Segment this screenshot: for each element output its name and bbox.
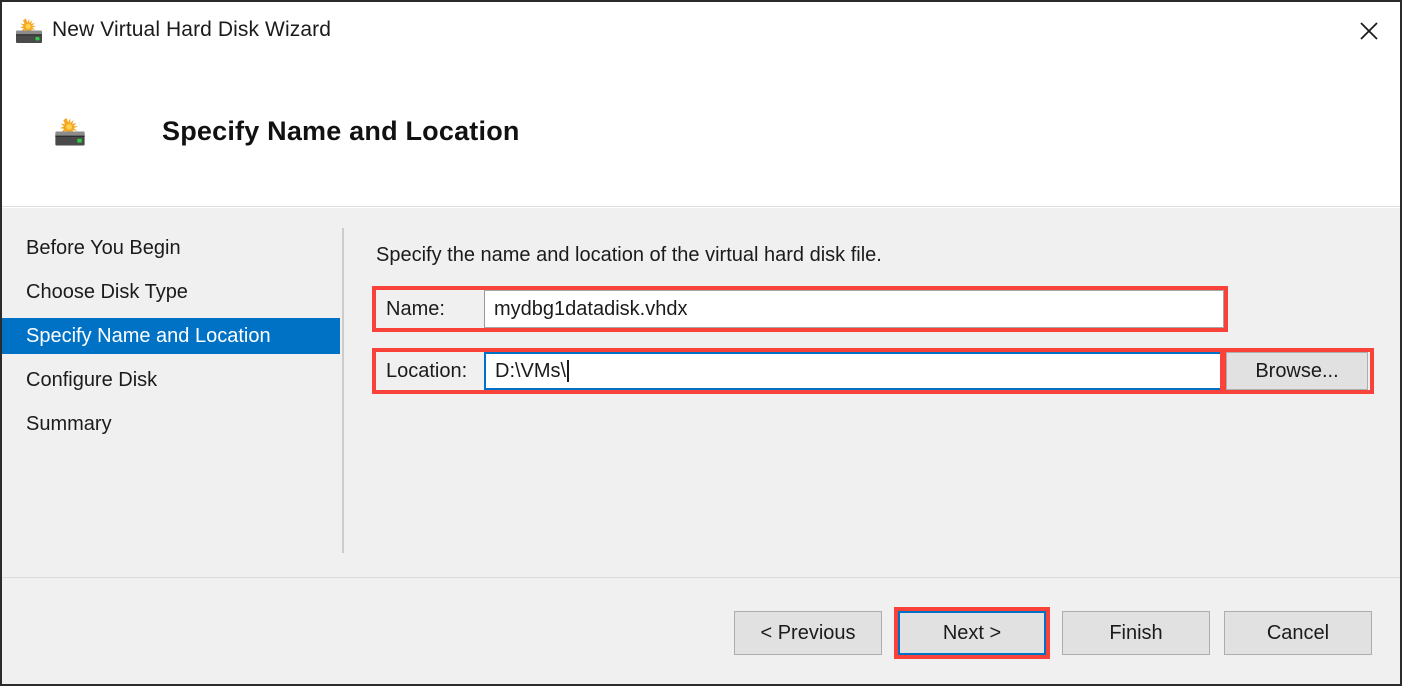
location-input[interactable]: D:\VMs\ <box>484 352 1224 390</box>
new-virtual-hard-disk-wizard-window: New Virtual Hard Disk Wizard Specify Nam… <box>0 0 1402 686</box>
page-header: Specify Name and Location <box>2 60 1400 207</box>
finish-button[interactable]: Finish <box>1062 611 1210 655</box>
wizard-footer: < Previous Next > Finish Cancel <box>2 578 1400 684</box>
name-input[interactable]: mydbg1datadisk.vhdx <box>484 290 1224 328</box>
sidebar-item-summary[interactable]: Summary <box>2 406 340 442</box>
virtual-hard-disk-icon <box>52 115 88 149</box>
browse-button[interactable]: Browse... <box>1226 352 1368 390</box>
wizard-body: Before You Begin Choose Disk Type Specif… <box>2 208 1400 578</box>
sidebar-item-before-you-begin[interactable]: Before You Begin <box>2 230 340 266</box>
sidebar-item-specify-name-and-location[interactable]: Specify Name and Location <box>2 318 340 354</box>
instruction-text: Specify the name and location of the vir… <box>376 244 882 267</box>
name-field-row: Name: mydbg1datadisk.vhdx <box>376 290 1224 328</box>
virtual-hard-disk-icon <box>13 17 45 45</box>
page-title: Specify Name and Location <box>162 116 520 147</box>
wizard-steps-sidebar: Before You Begin Choose Disk Type Specif… <box>2 208 340 577</box>
text-caret <box>567 360 569 382</box>
window-title: New Virtual Hard Disk Wizard <box>52 18 331 42</box>
sidebar-item-choose-disk-type[interactable]: Choose Disk Type <box>2 274 340 310</box>
sidebar-item-configure-disk[interactable]: Configure Disk <box>2 362 340 398</box>
location-label: Location: <box>376 352 484 390</box>
previous-button[interactable]: < Previous <box>734 611 882 655</box>
close-icon[interactable] <box>1346 10 1392 52</box>
name-label: Name: <box>376 290 484 328</box>
location-input-value: D:\VMs\ <box>495 360 566 383</box>
wizard-main-pane: Specify the name and location of the vir… <box>342 208 1400 577</box>
cancel-button[interactable]: Cancel <box>1224 611 1372 655</box>
location-field-row: Location: D:\VMs\ <box>376 352 1224 390</box>
next-button[interactable]: Next > <box>898 611 1046 655</box>
title-bar: New Virtual Hard Disk Wizard <box>2 2 1400 60</box>
